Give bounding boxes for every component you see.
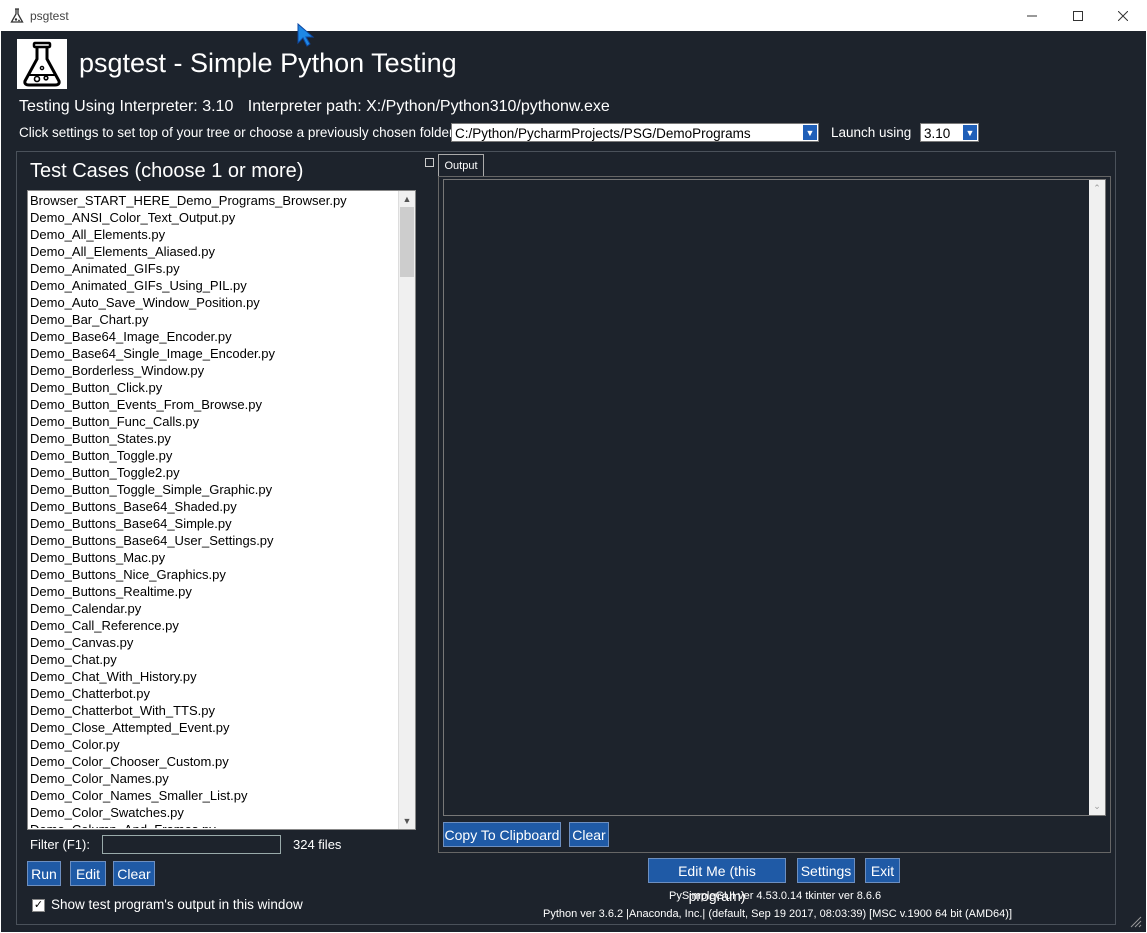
list-item[interactable]: Demo_Column_And_Frames.py <box>29 821 397 828</box>
list-item[interactable]: Demo_Close_Attempted_Event.py <box>29 719 397 736</box>
list-item[interactable]: Demo_ANSI_Color_Text_Output.py <box>29 209 397 226</box>
title-bar: psgtest <box>0 0 1147 31</box>
tab-handle[interactable] <box>425 158 434 167</box>
edit-button[interactable]: Edit <box>70 861 106 886</box>
chevron-down-icon[interactable]: ▼ <box>803 125 817 140</box>
list-item[interactable]: Demo_Base64_Single_Image_Encoder.py <box>29 345 397 362</box>
flask-logo-icon <box>23 41 61 87</box>
list-item[interactable]: Demo_All_Elements.py <box>29 226 397 243</box>
launch-combo[interactable]: 3.10 ▼ <box>920 123 979 142</box>
file-count: 324 files <box>293 837 342 852</box>
list-item[interactable]: Demo_Button_States.py <box>29 430 397 447</box>
page-title: psgtest - Simple Python Testing <box>79 48 457 78</box>
testcases-list[interactable]: Browser_START_HERE_Demo_Programs_Browser… <box>29 192 397 828</box>
filter-label: Filter (F1): <box>30 837 90 852</box>
list-item[interactable]: Demo_All_Elements_Aliased.py <box>29 243 397 260</box>
list-item[interactable]: Demo_Color.py <box>29 736 397 753</box>
list-item[interactable]: Demo_Calendar.py <box>29 600 397 617</box>
list-item[interactable]: Demo_Button_Toggle.py <box>29 447 397 464</box>
list-item[interactable]: Demo_Animated_GIFs.py <box>29 260 397 277</box>
list-item[interactable]: Demo_Buttons_Nice_Graphics.py <box>29 566 397 583</box>
tab-output[interactable]: Output <box>438 154 484 177</box>
maximize-icon <box>1073 10 1083 21</box>
close-icon <box>1118 10 1128 21</box>
filter-input[interactable] <box>102 835 281 854</box>
folder-combo-value: C:/Python/PycharmProjects/PSG/DemoProgra… <box>455 126 751 141</box>
mouse-cursor-icon <box>297 23 315 47</box>
settings-button[interactable]: Settings <box>797 858 855 883</box>
list-item[interactable]: Demo_Buttons_Base64_Shaded.py <box>29 498 397 515</box>
list-item[interactable]: Demo_Base64_Image_Encoder.py <box>29 328 397 345</box>
scroll-down-icon[interactable]: ▼ <box>399 813 415 829</box>
list-item[interactable]: Demo_Button_Toggle_Simple_Graphic.py <box>29 481 397 498</box>
launch-combo-value: 3.10 <box>924 126 951 141</box>
listbox-scrollbar[interactable]: ▲ ▼ <box>398 191 415 829</box>
main-window: psgtest - Simple Python Testing Testing … <box>1 31 1146 932</box>
show-output-checkbox[interactable]: ✓ <box>32 899 45 912</box>
list-item[interactable]: Browser_START_HERE_Demo_Programs_Browser… <box>29 192 397 209</box>
app-logo <box>17 39 67 89</box>
list-item[interactable]: Demo_Color_Chooser_Custom.py <box>29 753 397 770</box>
list-item[interactable]: Demo_Button_Click.py <box>29 379 397 396</box>
run-button[interactable]: Run <box>27 861 61 886</box>
clear-output-button[interactable]: Clear <box>569 822 609 847</box>
interpreter-info: Testing Using Interpreter: 3.10 Interpre… <box>19 98 620 116</box>
list-item[interactable]: Demo_Button_Toggle2.py <box>29 464 397 481</box>
list-item[interactable]: Demo_Buttons_Base64_User_Settings.py <box>29 532 397 549</box>
list-item[interactable]: Demo_Bar_Chart.py <box>29 311 397 328</box>
chevron-down-icon[interactable]: ▼ <box>963 125 977 140</box>
copy-to-clipboard-button[interactable]: Copy To Clipboard <box>443 822 561 847</box>
edit-me-button[interactable]: Edit Me (this program) <box>648 858 786 904</box>
maximize-button[interactable] <box>1055 0 1101 31</box>
list-item[interactable]: Demo_Color_Names_Smaller_List.py <box>29 787 397 804</box>
exit-button[interactable]: Exit <box>865 858 900 883</box>
list-item[interactable]: Demo_Button_Events_From_Browse.py <box>29 396 397 413</box>
scroll-up-icon[interactable]: ▲ <box>399 191 415 207</box>
output-area[interactable]: ⌃ ⌄ <box>443 179 1106 816</box>
launch-label: Launch using <box>831 125 912 140</box>
list-item[interactable]: Demo_Animated_GIFs_Using_PIL.py <box>29 277 397 294</box>
interpreter-label: Testing Using Interpreter: 3.10 <box>19 98 234 115</box>
version-info: PySimpleGUI ver 4.53.0.14 tkinter ver 8.… <box>669 890 882 902</box>
list-item[interactable]: Demo_Buttons_Base64_Simple.py <box>29 515 397 532</box>
window-title: psgtest <box>30 9 69 23</box>
list-item[interactable]: Demo_Button_Func_Calls.py <box>29 413 397 430</box>
list-item[interactable]: Demo_Canvas.py <box>29 634 397 651</box>
folder-combo[interactable]: C:/Python/PycharmProjects/PSG/DemoProgra… <box>451 123 819 142</box>
settings-prompt: Click settings to set top of your tree o… <box>19 125 454 140</box>
list-item[interactable]: Demo_Borderless_Window.py <box>29 362 397 379</box>
list-item[interactable]: Demo_Auto_Save_Window_Position.py <box>29 294 397 311</box>
scroll-down-icon[interactable]: ⌄ <box>1089 801 1105 812</box>
minimize-button[interactable] <box>1009 0 1055 31</box>
list-item[interactable]: Demo_Color_Swatches.py <box>29 804 397 821</box>
list-item[interactable]: Demo_Buttons_Mac.py <box>29 549 397 566</box>
flask-icon <box>10 8 24 23</box>
list-item[interactable]: Demo_Buttons_Realtime.py <box>29 583 397 600</box>
list-item[interactable]: Demo_Chat_With_History.py <box>29 668 397 685</box>
resize-grip-icon[interactable] <box>1130 916 1142 928</box>
scroll-thumb[interactable] <box>400 207 414 277</box>
python-version-info: Python ver 3.6.2 |Anaconda, Inc.| (defau… <box>543 908 1013 920</box>
show-output-label: Show test program's output in this windo… <box>51 897 303 912</box>
list-item[interactable]: Demo_Call_Reference.py <box>29 617 397 634</box>
list-item[interactable]: Demo_Color_Names.py <box>29 770 397 787</box>
output-scrollbar[interactable]: ⌃ ⌄ <box>1089 180 1105 815</box>
list-item[interactable]: Demo_Chat.py <box>29 651 397 668</box>
testcases-title: Test Cases (choose 1 or more) <box>30 160 304 182</box>
scroll-up-icon[interactable]: ⌃ <box>1089 183 1105 194</box>
testcases-listbox[interactable]: Browser_START_HERE_Demo_Programs_Browser… <box>27 190 416 830</box>
minimize-icon <box>1027 15 1037 16</box>
close-button[interactable] <box>1100 0 1146 31</box>
list-item[interactable]: Demo_Chatterbot_With_TTS.py <box>29 702 397 719</box>
clear-button[interactable]: Clear <box>113 861 155 886</box>
list-item[interactable]: Demo_Chatterbot.py <box>29 685 397 702</box>
interpreter-path: Interpreter path: X:/Python/Python310/py… <box>247 98 610 115</box>
